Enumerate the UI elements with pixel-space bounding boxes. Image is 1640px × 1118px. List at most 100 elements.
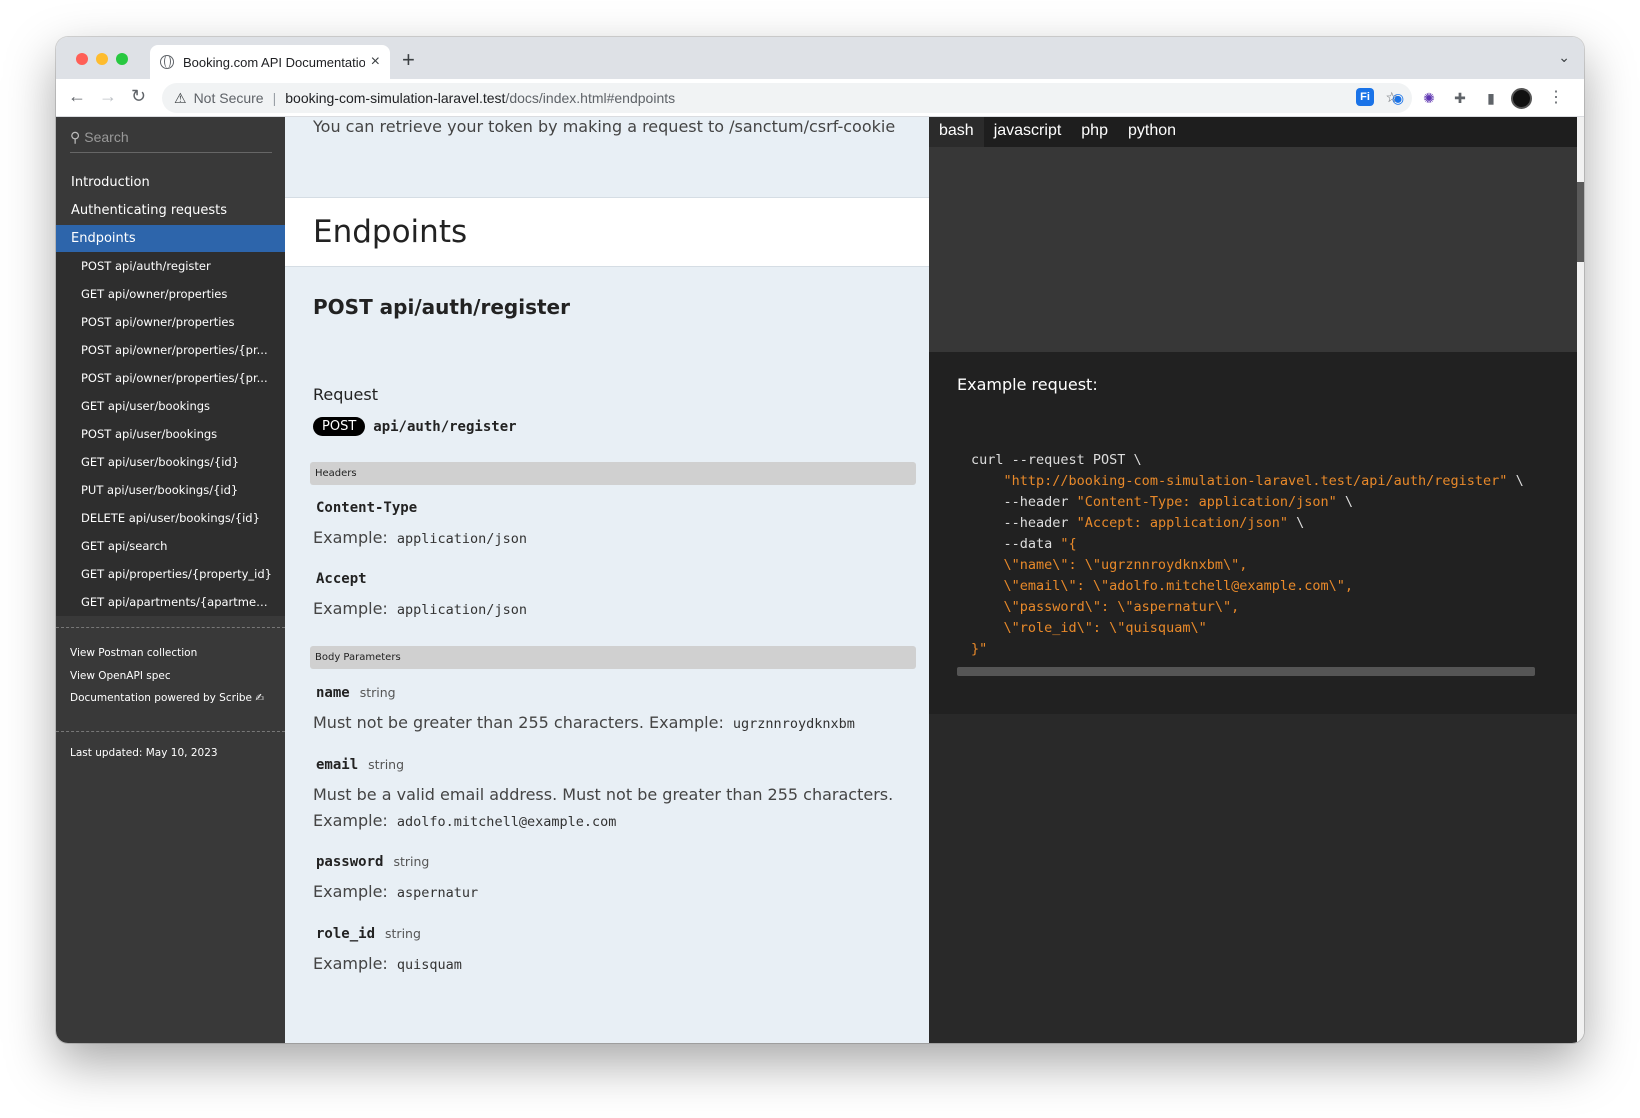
code-area-top <box>929 147 1577 352</box>
address-bar[interactable]: ⚠ Not Secure | booking-com-simulation-la… <box>162 83 1412 113</box>
kebab-menu-icon[interactable]: ⋮ <box>1548 87 1564 107</box>
token-hint: You can retrieve your token by making a … <box>313 117 896 136</box>
param-name: role_id <box>316 926 376 942</box>
section-header: Endpoints <box>285 197 929 267</box>
browser-window: Booking.com API Documentatio × + ⌄ ← → ↻… <box>56 37 1584 1043</box>
param-type: string <box>385 926 421 941</box>
zoom-window-button[interactable] <box>116 53 128 65</box>
fi-extension-icon[interactable]: Fi <box>1356 88 1374 106</box>
request-label: Request <box>313 385 378 404</box>
sidebar-endpoint-list: POST api/auth/register GET api/owner/pro… <box>56 252 285 616</box>
sidebar-endpoint-item[interactable]: GET api/user/bookings <box>56 392 285 420</box>
new-tab-button[interactable]: + <box>402 47 415 73</box>
sidebar-endpoint-item[interactable]: GET api/user/bookings/{id} <box>56 448 285 476</box>
param-name: email <box>316 757 359 773</box>
minimize-window-button[interactable] <box>96 53 108 65</box>
url-path: /docs/index.html#endpoints <box>505 90 676 106</box>
section-title: Endpoints <box>313 214 468 250</box>
search-placeholder: Search <box>84 129 129 145</box>
tab-strip: Booking.com API Documentatio × + ⌄ <box>56 37 1584 79</box>
param-description: Must not be greater than 255 characters.… <box>313 713 855 732</box>
sidebar-endpoint-item[interactable]: POST api/auth/register <box>56 252 285 280</box>
param-name: Accept <box>316 571 367 587</box>
sidebar-top-nav: Introduction Authenticating requests End… <box>56 169 285 253</box>
postman-collection-link[interactable]: View Postman collection <box>70 642 264 665</box>
sidebar-endpoint-item[interactable]: GET api/search <box>56 532 285 560</box>
puzzle-icon[interactable]: ✚ <box>1450 88 1470 108</box>
body-param: password string Example: aspernatur <box>313 851 478 906</box>
side-panel-icon[interactable]: ▮ <box>1481 88 1501 108</box>
sidebar-endpoint-item[interactable]: POST api/owner/properties/{pr... <box>56 364 285 392</box>
scribe-link[interactable]: Documentation powered by Scribe ✍ <box>70 687 264 710</box>
method-badge: POST <box>313 417 366 436</box>
tab-php[interactable]: php <box>1071 117 1118 147</box>
search-input[interactable]: ⚲ Search <box>70 129 272 153</box>
scrollbar-thumb[interactable] <box>1577 182 1584 262</box>
language-tabs: bash javascript php python <box>929 117 1577 147</box>
example-request-panel: Example request: curl --request POST \ "… <box>929 352 1577 714</box>
code-horizontal-scrollbar[interactable] <box>957 667 1535 676</box>
param-type: string <box>368 757 405 772</box>
endpoint-title: POST api/auth/register <box>313 295 570 319</box>
url-host: booking-com-simulation-laravel.test <box>285 90 506 106</box>
body-param: email string Must be a valid email addres… <box>313 754 893 835</box>
header-param: Content-Type Example: application/json <box>313 497 527 552</box>
code-block[interactable]: curl --request POST \ "http://booking-co… <box>971 450 1524 660</box>
close-tab-icon[interactable]: × <box>371 54 380 70</box>
sidebar-item-endpoints[interactable]: Endpoints <box>56 225 285 253</box>
body-param: role_id string Example: quisquam <box>313 923 462 978</box>
sidebar-endpoint-item[interactable]: POST api/owner/properties/{pr... <box>56 336 285 364</box>
sidebar-endpoint-item[interactable]: GET api/properties/{property_id} <box>56 560 285 588</box>
param-name: password <box>316 854 384 870</box>
tab-bash[interactable]: bash <box>929 117 984 147</box>
page-scrollbar[interactable] <box>1577 117 1584 1043</box>
not-secure-label: Not Secure <box>193 90 264 106</box>
sidebar-endpoint-item[interactable]: POST api/user/bookings <box>56 420 285 448</box>
headers-section-bar: Headers <box>310 462 916 485</box>
param-name: Content-Type <box>316 500 418 516</box>
browser-toolbar: ← → ↻ ⚠ Not Secure | booking-com-simulat… <box>56 79 1584 117</box>
sidebar-endpoint-item[interactable]: GET api/owner/properties <box>56 280 285 308</box>
param-type: string <box>393 854 430 869</box>
body-params-section-bar: Body Parameters <box>310 646 916 669</box>
warning-icon: ⚠ <box>174 89 187 106</box>
sidebar-footer-links: View Postman collection View OpenAPI spe… <box>70 642 264 710</box>
main-content: You can retrieve your token by making a … <box>285 117 929 1043</box>
sidebar-item-introduction[interactable]: Introduction <box>56 169 285 197</box>
method-row: POST api/auth/register <box>313 417 517 436</box>
sidebar-item-authenticating[interactable]: Authenticating requests <box>56 197 285 225</box>
param-type: string <box>359 685 396 700</box>
divider: | <box>272 90 277 106</box>
chevron-down-icon[interactable]: ⌄ <box>1558 49 1570 66</box>
divider <box>56 731 285 732</box>
grammarly-icon[interactable]: ◉ <box>1388 88 1408 108</box>
sparkle-extension-icon[interactable]: ✺ <box>1419 88 1439 108</box>
back-arrow-icon[interactable]: ← <box>68 86 86 107</box>
param-description: Must be a valid email address. Must not … <box>313 785 894 830</box>
forward-arrow-icon[interactable]: → <box>99 86 117 107</box>
endpoint-path: api/auth/register <box>373 418 517 435</box>
tab-python[interactable]: python <box>1118 117 1186 147</box>
param-example: Example: application/json <box>313 528 527 547</box>
profile-avatar[interactable] <box>1511 88 1532 109</box>
browser-tab[interactable]: Booking.com API Documentatio × <box>150 45 390 79</box>
header-param: Accept Example: application/json <box>313 568 527 623</box>
last-updated: Last updated: May 10, 2023 <box>70 747 218 759</box>
globe-icon <box>160 55 174 69</box>
param-example: Example: aspernatur <box>313 882 479 901</box>
tab-javascript[interactable]: javascript <box>984 117 1072 147</box>
sidebar-endpoint-item[interactable]: GET api/apartments/{apartment... <box>56 588 285 616</box>
sidebar-endpoint-item[interactable]: DELETE api/user/bookings/{id} <box>56 504 285 532</box>
tab-title: Booking.com API Documentatio <box>183 54 365 70</box>
close-window-button[interactable] <box>76 53 88 65</box>
param-example: Example: application/json <box>313 599 527 618</box>
reload-icon[interactable]: ↻ <box>131 86 146 107</box>
sidebar: ⚲ Search Introduction Authenticating requ… <box>56 117 285 1043</box>
docs-page: ⚲ Search Introduction Authenticating requ… <box>56 117 1584 1043</box>
search-icon: ⚲ <box>70 129 81 145</box>
openapi-spec-link[interactable]: View OpenAPI spec <box>70 665 264 688</box>
divider <box>56 627 285 628</box>
sidebar-endpoint-item[interactable]: POST api/owner/properties <box>56 308 285 336</box>
code-column: bash javascript php python Example reque… <box>929 117 1577 1043</box>
sidebar-endpoint-item[interactable]: PUT api/user/bookings/{id} <box>56 476 285 504</box>
